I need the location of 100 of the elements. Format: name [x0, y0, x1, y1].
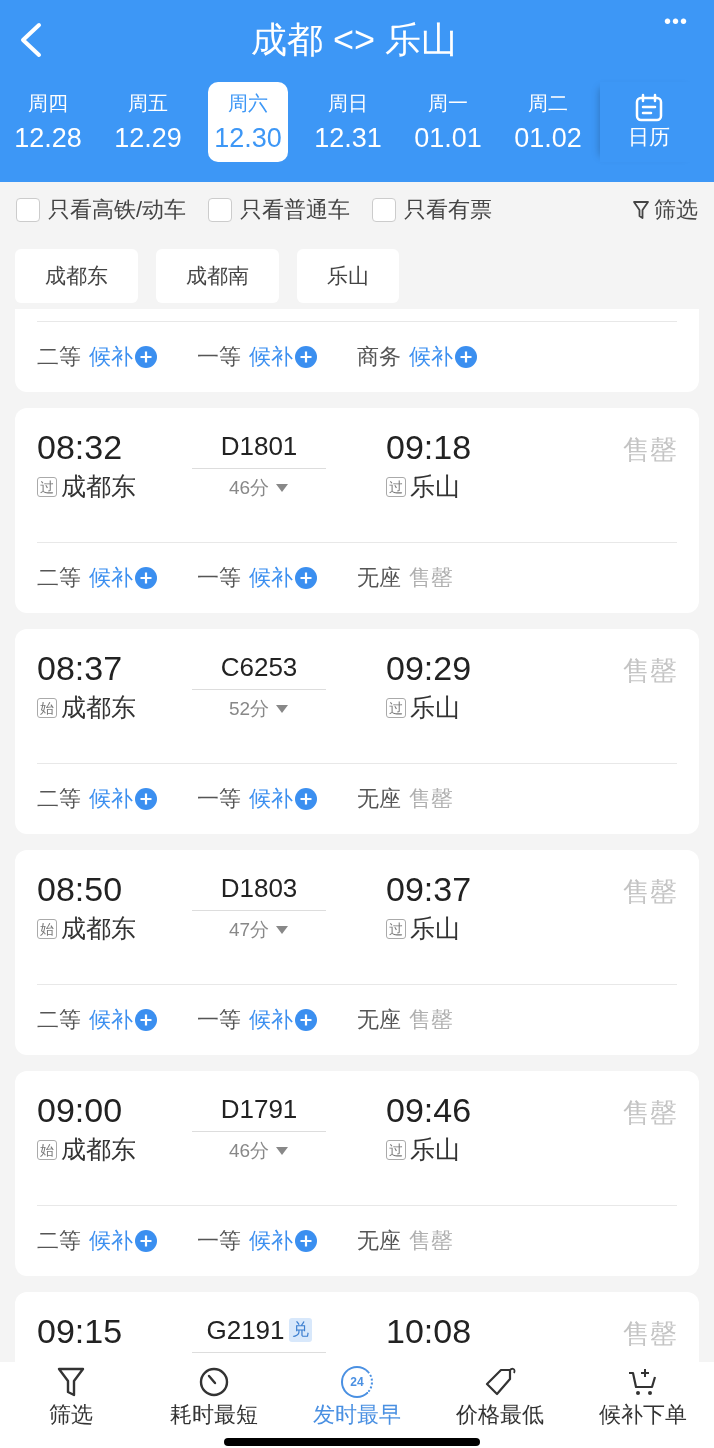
calendar-button[interactable]: 日历 — [600, 82, 698, 162]
waitlist-link[interactable]: 候补 — [89, 784, 133, 814]
station-tag: 过 — [386, 918, 406, 939]
departure-time: 08:37 — [37, 648, 124, 689]
calendar-icon — [634, 93, 664, 123]
departure-time: 08:50 — [37, 869, 124, 910]
seat-class: 一等 — [197, 564, 241, 592]
seat-class: 二等 — [37, 343, 81, 371]
train-number: D1801 — [220, 430, 298, 463]
seat-class: 二等 — [37, 564, 81, 592]
train-card[interactable]: 08:37 始 成都东 C6253 52分 09:29 过 乐山 售罄 二等 候补 一等 候补 无座 售罄 — [15, 629, 699, 834]
station-chip[interactable]: 乐山 — [297, 249, 399, 303]
plus-icon[interactable] — [295, 567, 317, 589]
station-name: 成都东 — [61, 692, 136, 723]
train-card[interactable]: 09:00 始 成都东 D1791 46分 09:46 过 乐山 售罄 二等 候补 一等 候补 无座 售罄 — [15, 1071, 699, 1276]
waitlist-link[interactable]: 候补 — [89, 563, 133, 593]
station-chip[interactable]: 成都南 — [156, 249, 279, 303]
plus-icon[interactable] — [135, 567, 157, 589]
arrival-time: 09:37 — [386, 869, 472, 910]
station-tag: 过 — [386, 1139, 406, 1160]
station-tag: 始 — [37, 918, 57, 939]
train-card[interactable]: 09:15 G2191 兑 10:08 售罄 — [15, 1292, 699, 1362]
availability-text: 售罄 — [623, 1318, 677, 1351]
departure-time: 09:15 — [37, 1311, 124, 1352]
timer-icon — [198, 1366, 231, 1398]
plus-icon[interactable] — [295, 1009, 317, 1031]
sold-out-text: 售罄 — [409, 1227, 453, 1255]
bottom-tab[interactable]: 筛选 — [0, 1366, 143, 1448]
seat-class: 无座 — [357, 1227, 401, 1255]
date-tab[interactable]: 周四 12.28 — [8, 82, 88, 162]
more-button[interactable]: ••• — [663, 9, 688, 33]
station-name: 乐山 — [410, 1134, 460, 1165]
filter-checkbox[interactable]: 只看普通车 — [208, 195, 351, 225]
waitlist-link[interactable]: 候补 — [89, 342, 133, 372]
seat-class: 一等 — [197, 785, 241, 813]
arrival-time: 09:46 — [386, 1090, 472, 1131]
date-tab[interactable]: 周六 12.30 — [208, 82, 288, 162]
waitlist-link[interactable]: 候补 — [249, 1226, 293, 1256]
waitlist-link[interactable]: 候补 — [249, 1005, 293, 1035]
date-tab[interactable]: 周一 01.01 — [408, 82, 488, 162]
plus-icon[interactable] — [295, 346, 317, 368]
sold-out-text: 售罄 — [409, 1006, 453, 1034]
seat-class: 无座 — [357, 1006, 401, 1034]
caret-icon[interactable] — [275, 1146, 290, 1156]
plus-icon[interactable] — [135, 1230, 157, 1252]
seat-class: 一等 — [197, 1006, 241, 1034]
train-number: G2191 — [206, 1314, 285, 1347]
train-number: D1803 — [220, 872, 298, 905]
waitlist-link[interactable]: 候补 — [249, 784, 293, 814]
departure-time: 08:32 — [37, 427, 124, 468]
filter-button[interactable]: 筛选 — [632, 195, 698, 225]
filter-checkbox[interactable]: 只看高铁/动车 — [16, 195, 187, 225]
filter-checkbox[interactable]: 只看有票 — [372, 195, 493, 225]
departure-time: 09:00 — [37, 1090, 124, 1131]
filter-icon — [56, 1366, 87, 1398]
plus-icon[interactable] — [135, 1009, 157, 1031]
back-icon[interactable] — [18, 22, 44, 58]
date-tab[interactable]: 周五 12.29 — [108, 82, 188, 162]
duration-text: 46分 — [228, 1139, 270, 1163]
plus-icon[interactable] — [455, 346, 477, 368]
seat-class: 商务 — [357, 343, 401, 371]
plus-icon[interactable] — [135, 788, 157, 810]
train-card[interactable]: 08:50 始 成都东 D1803 47分 09:37 过 乐山 售罄 二等 候补 一等 候补 无座 售罄 — [15, 850, 699, 1055]
plus-icon[interactable] — [295, 788, 317, 810]
station-name: 成都东 — [61, 913, 136, 944]
availability-text: 售罄 — [623, 655, 677, 688]
cart-icon — [626, 1366, 659, 1398]
waitlist-link[interactable]: 候补 — [89, 1005, 133, 1035]
station-tag: 始 — [37, 697, 57, 718]
duration-text: 46分 — [228, 476, 270, 500]
seat-class: 一等 — [197, 1227, 241, 1255]
bottom-tab[interactable]: 价格最低 — [428, 1366, 572, 1448]
clock-icon: 24 — [341, 1366, 373, 1398]
station-name: 成都东 — [61, 471, 136, 502]
plus-icon[interactable] — [135, 346, 157, 368]
caret-icon[interactable] — [275, 925, 290, 935]
waitlist-link[interactable]: 候补 — [89, 1226, 133, 1256]
waitlist-link[interactable]: 候补 — [249, 342, 293, 372]
station-name: 乐山 — [410, 471, 460, 502]
sold-out-text: 售罄 — [409, 564, 453, 592]
train-number: D1791 — [220, 1093, 298, 1126]
date-tab[interactable]: 周二 01.02 — [508, 82, 588, 162]
bottom-tab[interactable]: 耗时最短 — [142, 1366, 286, 1448]
train-badge: 兑 — [288, 1318, 312, 1342]
arrival-time: 09:18 — [386, 427, 472, 468]
train-card[interactable]: 二等 候补 一等 候补 商务 候补 — [15, 309, 699, 392]
bottom-tab[interactable]: 候补下单 — [571, 1366, 714, 1448]
waitlist-link[interactable]: 候补 — [249, 563, 293, 593]
station-chip[interactable]: 成都东 — [15, 249, 138, 303]
plus-icon[interactable] — [295, 1230, 317, 1252]
seat-class: 一等 — [197, 343, 241, 371]
seat-class: 无座 — [357, 785, 401, 813]
date-tab[interactable]: 周日 12.31 — [308, 82, 388, 162]
arrival-time: 10:08 — [386, 1311, 472, 1352]
caret-icon[interactable] — [275, 483, 290, 493]
caret-icon[interactable] — [275, 704, 290, 714]
station-tag: 过 — [386, 697, 406, 718]
train-card[interactable]: 08:32 过 成都东 D1801 46分 09:18 过 乐山 售罄 二等 候补 一等 候补 无座 售罄 — [15, 408, 699, 613]
station-name: 成都东 — [61, 1134, 136, 1165]
waitlist-link[interactable]: 候补 — [409, 342, 453, 372]
